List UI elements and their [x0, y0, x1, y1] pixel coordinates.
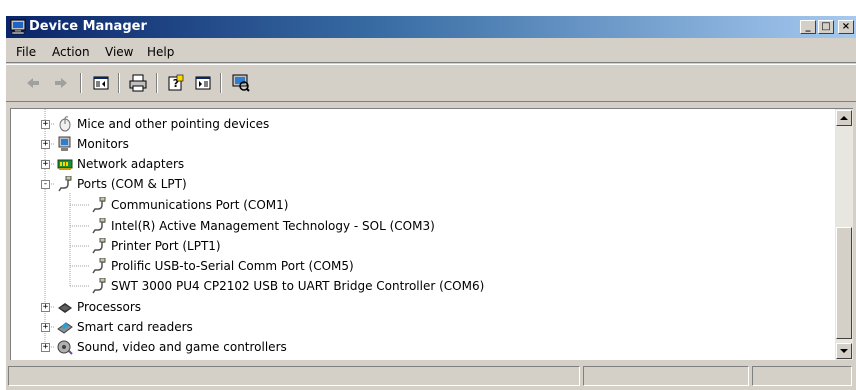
tree-item-label: Mice and other pointing devices: [77, 117, 270, 131]
toolbar: ?: [6, 64, 856, 102]
tree-item-network-adapters[interactable]: Network adapters: [57, 154, 184, 174]
port-icon: [92, 238, 106, 254]
tree-item-com6[interactable]: SWT 3000 PU4 CP2102 USB to UART Bridge C…: [91, 276, 484, 296]
port-icon: [92, 197, 106, 213]
tree-item-sound[interactable]: Sound, video and game controllers: [57, 337, 287, 357]
tree-item-com5[interactable]: Prolific USB-to-Serial Comm Port (COM5): [91, 256, 354, 276]
close-button[interactable]: ×: [838, 20, 854, 34]
monitor-icon: [58, 136, 71, 151]
tree-item-processors[interactable]: Processors: [57, 297, 141, 317]
menu-action[interactable]: Action: [52, 45, 90, 59]
menu-bar: File Action View Help: [6, 41, 856, 63]
action-pane-icon[interactable]: [192, 72, 214, 94]
title-bar[interactable]: Device Manager _ □ ×: [6, 16, 856, 38]
expand-toggle[interactable]: +: [41, 303, 50, 312]
forward-icon[interactable]: [50, 72, 72, 94]
tree-item-label: Communications Port (COM1): [111, 198, 289, 212]
tree-item-monitors[interactable]: Monitors: [57, 134, 129, 154]
scan-hardware-icon[interactable]: [230, 72, 252, 94]
tree-item-label: Printer Port (LPT1): [111, 239, 221, 253]
expand-toggle[interactable]: +: [41, 140, 50, 149]
toolbar-separator: [156, 73, 158, 93]
toolbar-separator: [118, 73, 120, 93]
port-icon: [92, 218, 106, 234]
tree-item-label: Network adapters: [77, 157, 185, 171]
tree-item-mice[interactable]: Mice and other pointing devices: [57, 114, 269, 134]
expand-toggle[interactable]: +: [41, 343, 50, 352]
menu-view[interactable]: View: [105, 45, 133, 59]
computer-icon: [10, 19, 26, 35]
collapse-toggle[interactable]: -: [41, 180, 50, 189]
scroll-thumb[interactable]: [836, 227, 852, 339]
mouse-icon: [59, 116, 71, 132]
toolbar-separator: [80, 73, 82, 93]
status-panel: [8, 366, 580, 386]
tree-item-ports[interactable]: Ports (COM & LPT): [57, 174, 187, 194]
menu-help[interactable]: Help: [147, 45, 174, 59]
arrow-down-icon: [840, 349, 848, 353]
console-tree-icon[interactable]: [90, 72, 112, 94]
status-panel: [583, 366, 749, 386]
tree-item-label: Prolific USB-to-Serial Comm Port (COM5): [111, 259, 354, 273]
tree-item-lpt1[interactable]: Printer Port (LPT1): [91, 236, 221, 256]
menu-file[interactable]: File: [16, 45, 36, 59]
port-icon: [92, 278, 106, 294]
print-icon[interactable]: [127, 72, 149, 94]
arrow-up-icon: [840, 116, 848, 120]
tree-item-com1[interactable]: Communications Port (COM1): [91, 195, 288, 215]
processor-icon: [58, 303, 72, 313]
toolbar-separator: [220, 73, 222, 93]
status-panel: [752, 366, 852, 386]
tree-item-label: Ports (COM & LPT): [77, 177, 187, 191]
device-manager-window: Device Manager _ □ × File Action View He…: [5, 15, 856, 390]
port-icon: [58, 176, 72, 192]
sound-icon: [57, 340, 73, 355]
status-bar: [6, 364, 856, 388]
tree-item-label: Smart card readers: [77, 320, 193, 334]
scroll-down-button[interactable]: [836, 343, 852, 359]
back-icon[interactable]: [22, 72, 44, 94]
help-icon[interactable]: ?: [165, 72, 187, 94]
vertical-scrollbar[interactable]: [835, 108, 853, 360]
tree-item-label: SWT 3000 PU4 CP2102 USB to UART Bridge C…: [111, 279, 485, 293]
tree-item-com3[interactable]: Intel(R) Active Management Technology - …: [91, 216, 435, 236]
expand-toggle[interactable]: +: [41, 323, 50, 332]
expand-toggle[interactable]: +: [41, 120, 50, 129]
tree-item-label: Processors: [77, 300, 142, 314]
scroll-up-button[interactable]: [836, 110, 852, 126]
minimize-button[interactable]: _: [800, 20, 816, 34]
network-adapter-icon: [57, 159, 73, 170]
smart-card-icon: [57, 322, 73, 334]
window-title: Device Manager: [29, 19, 147, 34]
port-icon: [92, 258, 106, 274]
device-tree[interactable]: + Mice and other pointing devices + Moni…: [10, 108, 835, 360]
maximize-button[interactable]: □: [818, 20, 834, 34]
tree-item-label: Monitors: [77, 137, 129, 151]
tree-item-smart-card-readers[interactable]: Smart card readers: [57, 317, 193, 337]
tree-item-label: Intel(R) Active Management Technology - …: [111, 219, 435, 233]
expand-toggle[interactable]: +: [41, 160, 50, 169]
tree-item-label: Sound, video and game controllers: [77, 340, 287, 354]
